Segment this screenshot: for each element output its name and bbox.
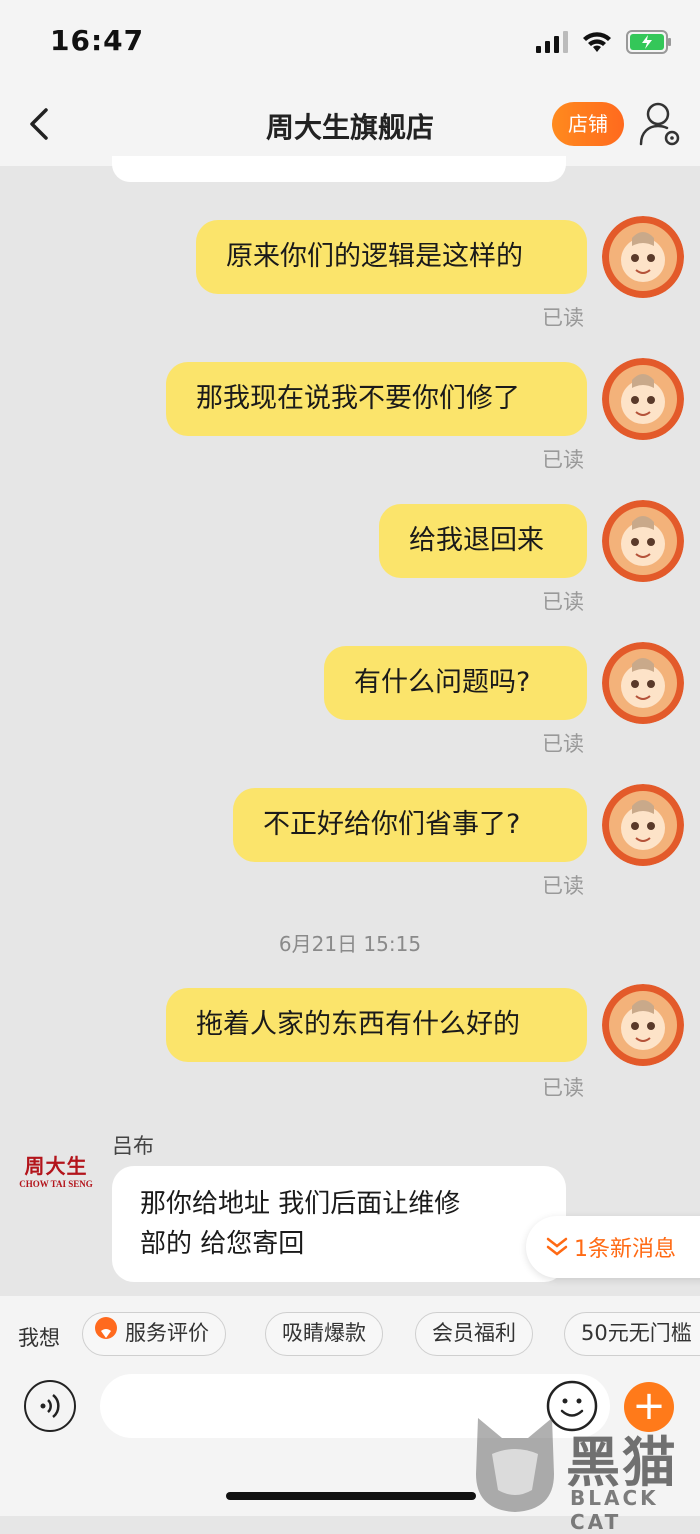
- nav-bar: 周大生旗舰店 店铺: [0, 88, 700, 166]
- previous-message-bubble: [112, 156, 566, 182]
- status-time: 16:47: [50, 24, 145, 57]
- new-message-text: 1条新消息: [574, 1237, 676, 1262]
- reply-line: 部的 给您寄回: [140, 1229, 305, 1259]
- quick-action-bar: 我想 服务评价 吸睛爆款 会员福利 50元无门槛: [0, 1296, 700, 1372]
- voice-icon: [40, 1394, 60, 1418]
- chip-hot-items[interactable]: 吸睛爆款: [265, 1312, 383, 1356]
- cat-logo-icon: [476, 1418, 554, 1512]
- chip-coupon[interactable]: 50元无门槛: [564, 1312, 700, 1356]
- new-message-badge[interactable]: 1条新消息: [526, 1216, 700, 1278]
- shop-button[interactable]: 店铺: [552, 102, 624, 146]
- message-bubble[interactable]: 不正好给你们省事了?: [233, 788, 587, 862]
- avatar[interactable]: [602, 984, 684, 1066]
- message-bubble[interactable]: 给我退回来: [379, 504, 587, 578]
- chat-area[interactable]: 原来你们的逻辑是这样的 已读 那我现在说我不要你们修了 已读 给我退回来 已读 …: [0, 156, 700, 1296]
- home-indicator: [226, 1492, 476, 1500]
- chip-member-benefits[interactable]: 会员福利: [415, 1312, 533, 1356]
- read-status: 已读: [542, 590, 584, 614]
- wifi-icon: [583, 32, 611, 52]
- read-status: 已读: [542, 306, 584, 330]
- chat-timestamp: 6月21日 15:15: [278, 932, 422, 956]
- avatar[interactable]: [602, 500, 684, 582]
- message-bubble[interactable]: 拖着人家的东西有什么好的: [166, 988, 587, 1062]
- signal-icon: [536, 31, 568, 53]
- service-rating-icon: [95, 1317, 117, 1339]
- avatar[interactable]: [602, 216, 684, 298]
- chip-service-rating[interactable]: 服务评价: [82, 1312, 226, 1356]
- read-status: 已读: [542, 732, 584, 756]
- chevron-down-icon: [546, 1237, 568, 1256]
- watermark: 黑猫 BLACK CAT: [472, 1410, 700, 1534]
- status-bar: 16:47: [0, 0, 700, 88]
- shop-logo-en: CHOW TAI SENG: [19, 1179, 93, 1189]
- sender-name: 吕布: [112, 1134, 154, 1158]
- reply-bubble[interactable]: 那你给地址 我们后面让维修 部的 给您寄回: [112, 1166, 566, 1282]
- shop-logo[interactable]: 周大生 CHOW TAI SENG: [18, 1150, 94, 1189]
- voice-button[interactable]: [24, 1380, 76, 1432]
- avatar[interactable]: [602, 358, 684, 440]
- user-settings-icon[interactable]: [638, 100, 682, 148]
- message-bubble[interactable]: 原来你们的逻辑是这样的: [196, 220, 587, 294]
- quick-label: 我想: [18, 1326, 60, 1350]
- avatar[interactable]: [602, 642, 684, 724]
- avatar[interactable]: [602, 784, 684, 866]
- read-status: 已读: [542, 874, 584, 898]
- message-bubble[interactable]: 有什么问题吗?: [324, 646, 587, 720]
- reply-line: 那你给地址 我们后面让维修: [140, 1189, 461, 1219]
- message-bubble[interactable]: 那我现在说我不要你们修了: [166, 362, 587, 436]
- battery-icon: [626, 30, 671, 54]
- status-icons: [536, 30, 672, 54]
- read-status: 已读: [542, 1076, 584, 1100]
- read-status: 已读: [542, 448, 584, 472]
- watermark-en: BLACK CAT: [570, 1486, 659, 1534]
- shop-logo-cn: 周大生: [24, 1154, 88, 1178]
- chip-label: 服务评价: [125, 1321, 209, 1345]
